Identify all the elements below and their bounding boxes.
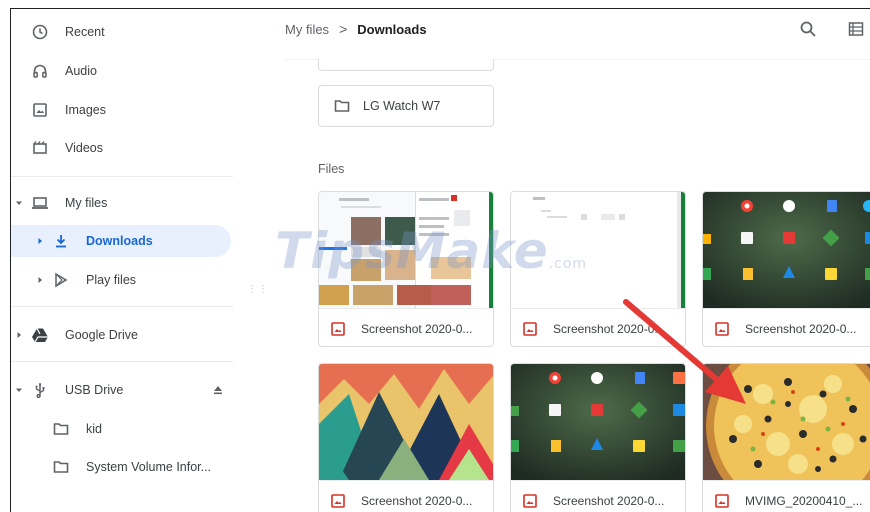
annotation-arrow bbox=[623, 299, 746, 404]
